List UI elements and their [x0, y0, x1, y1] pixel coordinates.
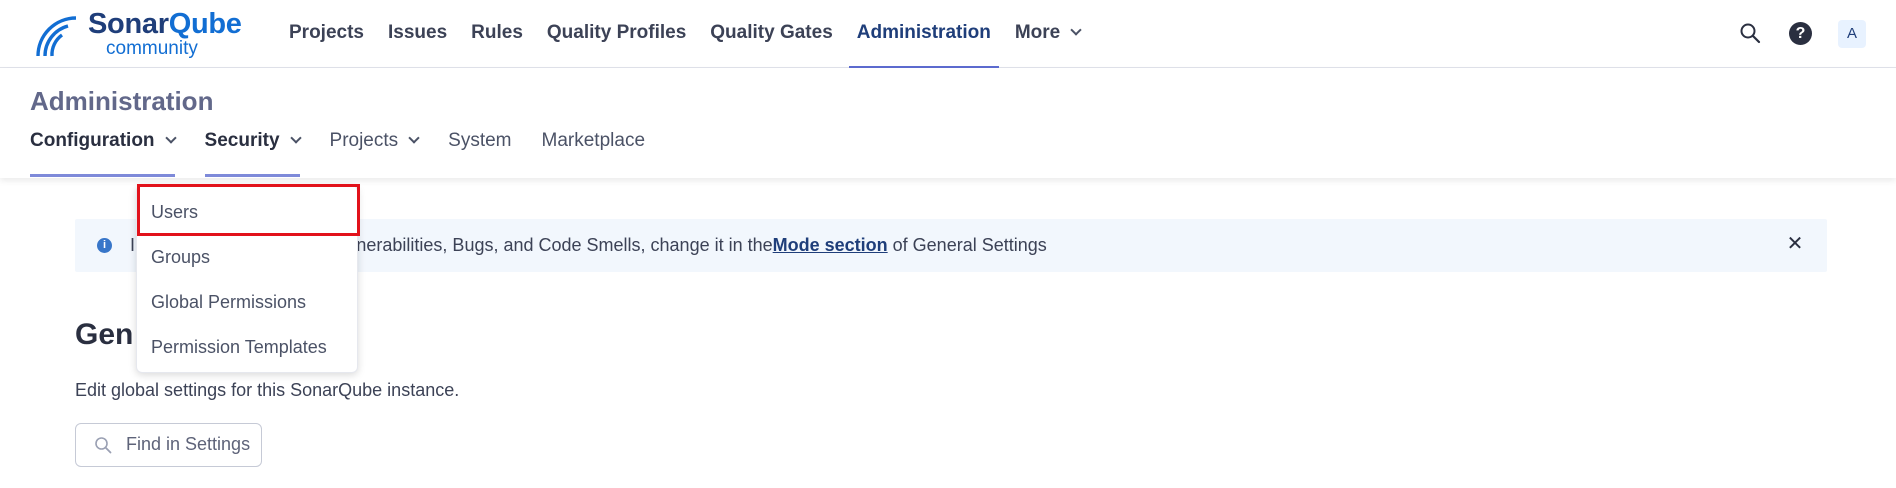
tab-system[interactable]: System	[448, 126, 511, 178]
tab-marketplace[interactable]: Marketplace	[542, 126, 646, 178]
general-settings-heading: Gen	[75, 318, 134, 351]
close-icon[interactable]: ✕	[1785, 234, 1805, 254]
nav-projects[interactable]: Projects	[277, 0, 376, 68]
settings-search-input[interactable]	[126, 434, 256, 455]
top-navigation: SonarQube community Projects Issues Rule…	[0, 0, 1896, 68]
admin-tabs: Configuration Security Projects System M…	[30, 126, 675, 178]
tab-configuration[interactable]: Configuration	[30, 126, 177, 178]
find-in-settings-box	[75, 423, 262, 467]
nav-administration[interactable]: Administration	[845, 0, 1003, 68]
banner-text-start: I	[130, 235, 136, 255]
nav-issues[interactable]: Issues	[376, 0, 459, 68]
banner-text-end: of General Settings	[887, 235, 1047, 255]
tab-projects[interactable]: Projects	[330, 126, 420, 178]
tab-security[interactable]: Security	[204, 126, 302, 178]
security-dropdown-menu: Users Groups Global Permissions Permissi…	[136, 185, 358, 373]
nav-quality-gates[interactable]: Quality Gates	[698, 0, 845, 68]
menu-item-global-permissions[interactable]: Global Permissions	[137, 280, 359, 324]
nav-quality-profiles[interactable]: Quality Profiles	[535, 0, 698, 68]
search-icon	[95, 437, 112, 454]
menu-item-groups[interactable]: Groups	[137, 235, 359, 279]
search-icon[interactable]	[1739, 22, 1761, 44]
sonar-waves-icon	[36, 16, 77, 57]
chevron-down-icon	[408, 132, 420, 144]
nav-more[interactable]: More	[1003, 0, 1092, 68]
main-nav: Projects Issues Rules Quality Profiles Q…	[277, 0, 1092, 68]
logo-title: SonarQube	[88, 8, 242, 40]
menu-item-permission-templates[interactable]: Permission Templates	[137, 325, 359, 369]
general-settings-description: Edit global settings for this SonarQube …	[75, 380, 460, 400]
help-icon[interactable]: ?	[1789, 22, 1812, 45]
chevron-down-icon	[1070, 24, 1082, 36]
logo-edition: community	[106, 38, 198, 59]
avatar[interactable]: A	[1838, 20, 1866, 48]
menu-item-users[interactable]: Users	[137, 190, 359, 234]
nav-rules[interactable]: Rules	[459, 0, 535, 68]
chevron-down-icon	[289, 132, 302, 144]
page-title: Administration	[30, 86, 214, 116]
chevron-down-icon	[164, 132, 177, 144]
administration-header: Administration Configuration Security Pr…	[0, 68, 1896, 178]
info-icon: i	[97, 238, 112, 253]
sonarqube-logo[interactable]: SonarQube community	[34, 8, 244, 58]
mode-section-link[interactable]: Mode section	[773, 235, 888, 255]
